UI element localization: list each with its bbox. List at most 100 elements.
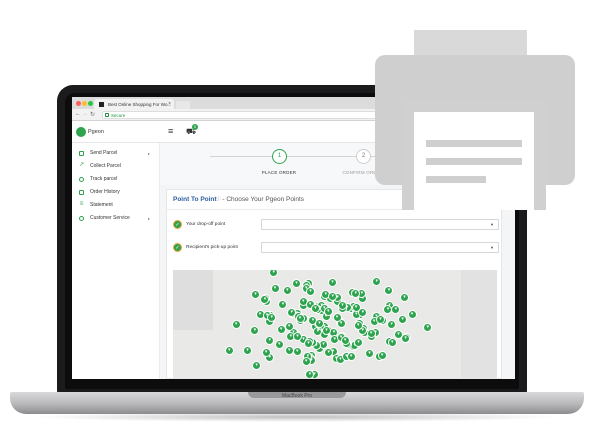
map-area — [173, 270, 213, 330]
map-marker-icon[interactable]: ▾ — [340, 336, 350, 346]
map-marker-icon[interactable]: ▾ — [387, 338, 397, 348]
map-marker-icon[interactable]: ▾ — [284, 322, 294, 332]
map-marker-icon[interactable]: ▾ — [269, 270, 279, 278]
browser-tab-title: Best Online Shopping For Wo... — [108, 102, 172, 107]
map-marker-icon[interactable]: ▾ — [387, 319, 397, 329]
map-marker-icon[interactable]: ▾ — [377, 351, 387, 361]
laptop-screen: Best Online Shopping For Wo... × ← → ↻ S… — [72, 97, 515, 379]
step-1-circle[interactable]: 1 — [272, 149, 287, 164]
maximize-window-dot[interactable] — [88, 101, 93, 106]
scrollbar[interactable] — [508, 191, 511, 209]
map-marker-icon[interactable]: ▾ — [354, 337, 364, 347]
point-to-point-card: Point To Pointⓘ - Choose Your Pgeon Poin… — [166, 189, 503, 379]
logo-text[interactable]: Pgeon — [88, 129, 104, 135]
map-marker-icon[interactable]: ▾ — [301, 356, 311, 366]
map-marker-icon[interactable]: ▾ — [391, 304, 401, 314]
map-marker-icon[interactable]: ▾ — [372, 276, 382, 286]
map-marker-icon[interactable]: ▾ — [251, 289, 260, 299]
map-marker-icon[interactable]: ▾ — [284, 345, 294, 355]
sidebar-item-label: Collect Parcel — [90, 163, 121, 169]
step-2-circle[interactable]: 2 — [356, 149, 371, 164]
map-marker-icon[interactable]: ▾ — [278, 299, 288, 309]
map-marker-icon[interactable]: ▾ — [346, 351, 356, 361]
points-map[interactable]: ▾ ▾ ▾ ▾ ▾ ▾ ▾ ▾ ▾ ▾ ▾ ▾ ▾ ▾ ▾ ▾ ▾ ▾ ▾ ▾ ▾ ▾ ▾ ▾ ▾ ▾ ▾ ▾ ▾ ▾ ▾ ▾ ▾ ▾ ▾ ▾ ▾ ▾ ▾ ▾… — [173, 270, 497, 378]
map-marker-icon[interactable]: ▾ — [384, 286, 394, 296]
map-marker-icon[interactable]: ▾ — [366, 329, 376, 339]
map-marker-icon[interactable]: ▾ — [304, 338, 314, 348]
map-marker-icon[interactable]: ▾ — [423, 323, 433, 333]
map-marker-icon[interactable]: ▾ — [332, 312, 342, 322]
map-marker-icon[interactable]: ▾ — [398, 314, 408, 324]
map-marker-icon[interactable]: ▾ — [265, 335, 275, 345]
map-marker-icon[interactable]: ▾ — [282, 285, 292, 295]
map-marker-icon[interactable]: ▾ — [323, 307, 333, 317]
send-icon — [79, 151, 84, 156]
map-marker-icon[interactable]: ▾ — [306, 286, 316, 296]
browser-tab-bar: Best Online Shopping For Wo... × — [72, 97, 515, 109]
card-title-main: Point To Point — [173, 196, 217, 203]
map-marker-icon[interactable]: ▾ — [322, 325, 332, 335]
map-marker-icon[interactable]: ▾ — [292, 278, 302, 288]
cart-count-badge: 0 — [192, 124, 198, 130]
sidebar-item-customer-service[interactable]: Customer Service ▸ — [72, 212, 159, 225]
map-marker-icon[interactable]: ▾ — [243, 346, 253, 356]
forward-icon[interactable]: → — [82, 111, 88, 117]
sidebar-item-label: Track parcel — [90, 176, 118, 182]
map-marker-icon[interactable]: ▾ — [252, 360, 262, 370]
map-marker-icon[interactable]: ▾ — [292, 347, 302, 357]
map-marker-icon[interactable]: ▾ — [365, 349, 374, 359]
map-marker-icon[interactable]: ▾ — [400, 292, 410, 302]
map-marker-icon[interactable]: ▾ — [293, 331, 303, 341]
map-marker-icon[interactable]: ▾ — [328, 277, 338, 287]
history-icon — [79, 190, 84, 195]
map-marker-icon[interactable]: ▾ — [407, 310, 417, 320]
map-marker-icon[interactable]: ▾ — [270, 283, 280, 293]
address-bar: ← → ↻ Secure — [72, 109, 515, 121]
pgeon-logo-icon[interactable] — [76, 127, 86, 137]
sidebar-item-order-history[interactable]: Order History — [72, 186, 159, 199]
sidebar: Send Parcel ▸ ↗ Collect Parcel Track par… — [72, 143, 160, 379]
url-field[interactable]: Secure — [102, 111, 511, 119]
drop-off-select[interactable]: ▼ — [261, 219, 499, 230]
step-3-circle[interactable]: 3 — [440, 149, 455, 164]
close-window-dot[interactable] — [76, 101, 81, 106]
step-1-label: PLACE ORDER — [261, 170, 297, 175]
pick-up-select[interactable]: ▼ — [261, 242, 499, 253]
drop-off-row: ✓ Your drop-off point ▼ — [173, 218, 499, 232]
map-marker-icon[interactable]: ▾ — [295, 314, 305, 324]
map-marker-icon[interactable]: ▾ — [250, 325, 260, 335]
map-marker-icon[interactable]: ▾ — [231, 319, 241, 329]
stepper-line — [210, 156, 460, 157]
caret-down-icon: ▼ — [490, 222, 494, 227]
menu-icon[interactable]: ≡ — [168, 127, 173, 136]
map-marker-icon[interactable]: ▾ — [261, 347, 271, 357]
pigeon-pin-icon: ✓ — [173, 220, 182, 229]
pick-up-label: Recipient's pick-up point — [186, 245, 238, 250]
step-3-label: PAYMENT METHOD — [424, 170, 470, 175]
map-marker-icon[interactable]: ▾ — [358, 308, 368, 318]
new-tab-button[interactable] — [176, 101, 190, 109]
card-divider — [167, 209, 503, 210]
map-marker-icon[interactable]: ▾ — [353, 320, 363, 330]
back-icon[interactable]: ← — [75, 111, 81, 117]
map-marker-icon[interactable]: ▾ — [224, 346, 234, 356]
chevron-right-icon: ▸ — [148, 151, 151, 156]
map-marker-icon[interactable]: ▾ — [276, 324, 286, 334]
card-title-sub: - Choose Your Pgeon Points — [220, 196, 305, 203]
sidebar-item-track-parcel[interactable]: Track parcel — [72, 173, 159, 186]
map-marker-icon[interactable]: ▾ — [267, 313, 277, 322]
map-marker-icon[interactable]: ▾ — [310, 303, 320, 313]
browser-tab[interactable]: Best Online Shopping For Wo... × — [94, 99, 174, 109]
map-marker-icon[interactable]: ▾ — [338, 300, 347, 310]
reload-icon[interactable]: ↻ — [90, 111, 95, 118]
map-area — [461, 270, 497, 378]
close-tab-icon[interactable]: × — [168, 101, 171, 107]
map-marker-icon[interactable]: ▾ — [401, 333, 411, 343]
sidebar-item-statement[interactable]: ≡ Statement — [72, 199, 159, 212]
sidebar-item-collect-parcel[interactable]: ↗ Collect Parcel — [72, 160, 159, 173]
sidebar-item-label: Order History — [90, 189, 120, 195]
minimize-window-dot[interactable] — [82, 101, 87, 106]
map-marker-icon[interactable]: ▾ — [274, 339, 284, 349]
map-marker-icon[interactable]: ▾ — [305, 369, 315, 378]
sidebar-item-send-parcel[interactable]: Send Parcel ▸ — [72, 147, 159, 160]
